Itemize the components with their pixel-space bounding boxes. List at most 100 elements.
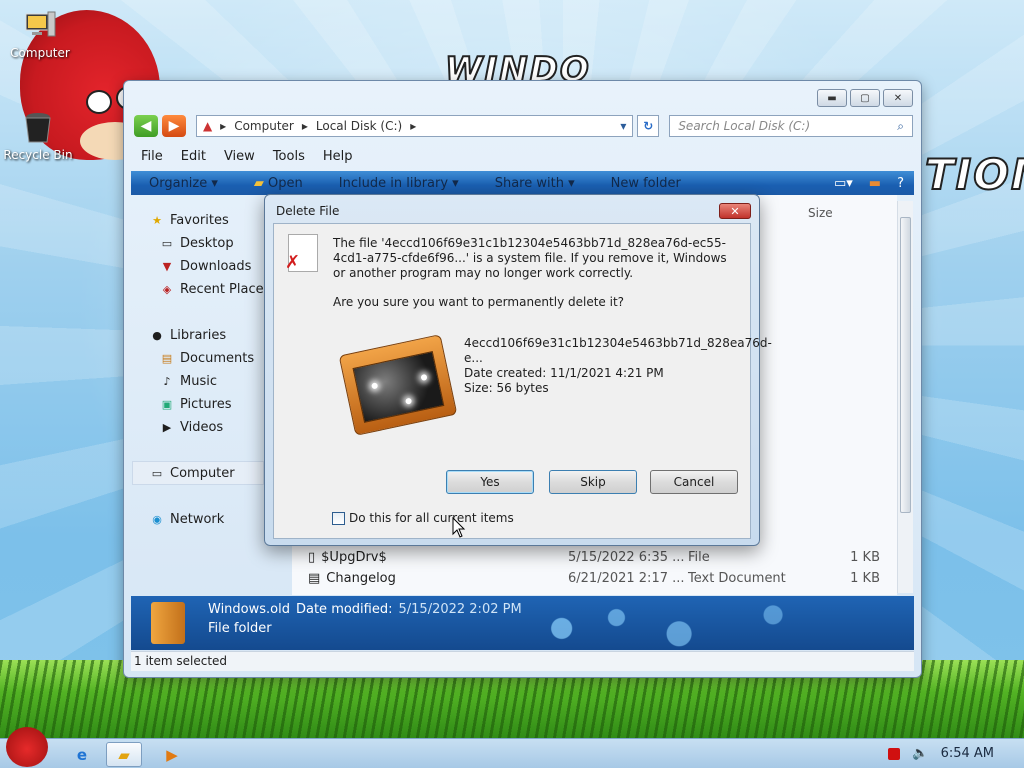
apply-to-all-checkbox[interactable] [332, 511, 345, 525]
status-bar: 1 item selected [131, 651, 914, 671]
table-row[interactable]: ▯ $UpgDrv$ 5/15/2022 6:35 ... File 1 KB [308, 550, 880, 565]
file-thumbnail-screen [352, 351, 445, 423]
folder-icon [151, 602, 185, 644]
scrollbar-thumb[interactable] [900, 217, 911, 513]
nav-network[interactable]: ◉ Network [150, 512, 224, 527]
skip-button[interactable]: Skip [549, 470, 637, 494]
details-date-value: 5/15/2022 2:02 PM [398, 602, 522, 617]
navigation-bar: ◀ ▶ ▲ ▸ Computer ▸ Local Disk (C:) ▸ ▾ ↻… [134, 113, 913, 139]
recent-places-icon: ◈ [162, 283, 172, 296]
apply-to-all-option[interactable]: Do this for all current items [332, 511, 514, 525]
organize-button[interactable]: Organize ▾ [131, 176, 236, 191]
desktop-icon-label: Computer [10, 46, 70, 60]
maximize-button[interactable]: ▢ [850, 89, 880, 107]
forward-button[interactable]: ▶ [161, 115, 186, 137]
tray-alert-icon[interactable] [888, 747, 901, 760]
preview-pane-icon[interactable]: ▬ [869, 176, 881, 191]
computer-icon [25, 11, 56, 37]
start-button[interactable] [6, 727, 48, 767]
dialog-close-button[interactable]: ✕ [719, 203, 751, 219]
nav-favorites[interactable]: ★ Favorites [150, 213, 229, 228]
nav-computer[interactable]: ▭ Computer [150, 466, 235, 481]
address-bar[interactable]: ▲ ▸ Computer ▸ Local Disk (C:) ▸ ▾ [195, 115, 634, 137]
breadcrumb-separator-icon: ▸ [410, 119, 417, 133]
cancel-button[interactable]: Cancel [650, 470, 738, 494]
music-icon: ♪ [163, 375, 171, 388]
volume-icon[interactable]: 🔈 [912, 746, 928, 761]
details-pane: Windows.old Date modified: 5/15/2022 2:0… [131, 596, 914, 650]
command-bar: Organize ▾ ▰ Open Include in library ▾ S… [131, 171, 914, 195]
close-window-button[interactable]: ✕ [883, 89, 913, 107]
system-tray: 🔈 6:54 AM [888, 746, 994, 761]
open-button[interactable]: ▰ Open [236, 176, 321, 191]
sparkle [371, 382, 379, 390]
nav-desktop[interactable]: ▭ Desktop [160, 236, 234, 251]
apply-to-all-label: Do this for all current items [349, 511, 514, 525]
address-dropdown-icon[interactable]: ▾ [620, 119, 626, 133]
desktop-icon: ▭ [161, 237, 173, 250]
search-icon[interactable]: ⌕ [897, 119, 904, 134]
sparkle [420, 373, 428, 381]
nav-pictures[interactable]: ▣ Pictures [160, 397, 232, 412]
desktop-icon-computer[interactable]: Computer [0, 8, 80, 60]
view-options-icon[interactable]: ▭▾ [834, 176, 853, 191]
folder-location-icon: ▲ [202, 119, 213, 133]
nav-downloads[interactable]: ▼ Downloads [160, 259, 252, 274]
search-input[interactable]: Search Local Disk (C:) ⌕ [669, 115, 913, 137]
nav-music[interactable]: ♪ Music [160, 374, 217, 389]
bird-eye [86, 90, 112, 114]
nav-libraries[interactable]: ● Libraries [150, 328, 226, 343]
share-with-button[interactable]: Share with ▾ [477, 176, 593, 191]
status-text: 1 item selected [134, 654, 228, 668]
menu-help[interactable]: Help [314, 145, 362, 168]
minimize-button[interactable]: ▬ [817, 89, 847, 107]
vertical-scrollbar[interactable] [897, 201, 913, 593]
dialog-title: Delete File [276, 204, 340, 218]
refresh-button[interactable]: ↻ [637, 115, 660, 137]
nav-label: Downloads [180, 259, 252, 274]
clock[interactable]: 6:54 AM [941, 746, 994, 761]
menu-tools[interactable]: Tools [264, 145, 314, 168]
new-folder-button[interactable]: New folder [593, 176, 699, 191]
nav-recent-places[interactable]: ◈ Recent Places [160, 282, 271, 297]
nav-label: Documents [180, 351, 255, 366]
menu-view[interactable]: View [215, 145, 264, 168]
nav-documents[interactable]: ▤ Documents [160, 351, 254, 366]
back-button[interactable]: ◀ [134, 115, 158, 137]
file-info-name: 4eccd106f69e31c1b12304e5463bb71d_828ea76… [464, 336, 772, 365]
file-name: Changelog [326, 571, 396, 586]
details-date-label: Date modified: [295, 602, 393, 617]
nav-videos[interactable]: ▶ Videos [160, 420, 223, 435]
recycle-bin-icon [25, 113, 51, 143]
nav-label: Music [180, 374, 217, 389]
mouse-cursor-icon [452, 517, 466, 538]
file-name: $UpgDrv$ [321, 550, 387, 565]
media-player-icon[interactable]: ▶ [154, 742, 190, 767]
star-icon: ★ [152, 214, 162, 227]
nav-label: Recent Places [180, 282, 271, 297]
breadcrumb-computer[interactable]: Computer [234, 119, 294, 133]
menu-file[interactable]: File [132, 145, 172, 168]
dialog-message: The file '4eccd106f69e31c1b12304e5463bb7… [333, 236, 727, 280]
system-file-warning-icon: ✗ [285, 234, 318, 273]
nav-label: Pictures [180, 397, 232, 412]
include-in-library-button[interactable]: Include in library ▾ [321, 176, 477, 191]
nav-label: Desktop [180, 236, 234, 251]
network-icon: ◉ [152, 513, 162, 526]
internet-explorer-icon[interactable]: e [64, 742, 100, 767]
libraries-icon: ● [152, 329, 162, 342]
file-type: File [688, 550, 710, 565]
menu-edit[interactable]: Edit [172, 145, 215, 168]
file-info-date: Date created: 11/1/2021 4:21 PM [464, 366, 664, 380]
table-row[interactable]: ▤ Changelog 6/21/2021 2:17 ... Text Docum… [308, 571, 880, 586]
nav-label: Network [170, 512, 225, 527]
taskbar-explorer-button[interactable]: ▰ [106, 742, 142, 767]
yes-button[interactable]: Yes [446, 470, 534, 494]
help-icon[interactable]: ? [897, 176, 904, 191]
desktop-icon-recycle-bin[interactable]: Recycle Bin [0, 110, 78, 162]
delete-file-dialog[interactable]: Delete File ✕ ✗ The file '4eccd106f69e31… [264, 194, 772, 546]
breadcrumb-separator-icon: ▸ [301, 119, 308, 133]
breadcrumb-local-disk[interactable]: Local Disk (C:) [316, 119, 402, 133]
file-info: 4eccd106f69e31c1b12304e5463bb71d_828ea76… [464, 336, 772, 396]
column-header-size[interactable]: Size [808, 206, 833, 220]
